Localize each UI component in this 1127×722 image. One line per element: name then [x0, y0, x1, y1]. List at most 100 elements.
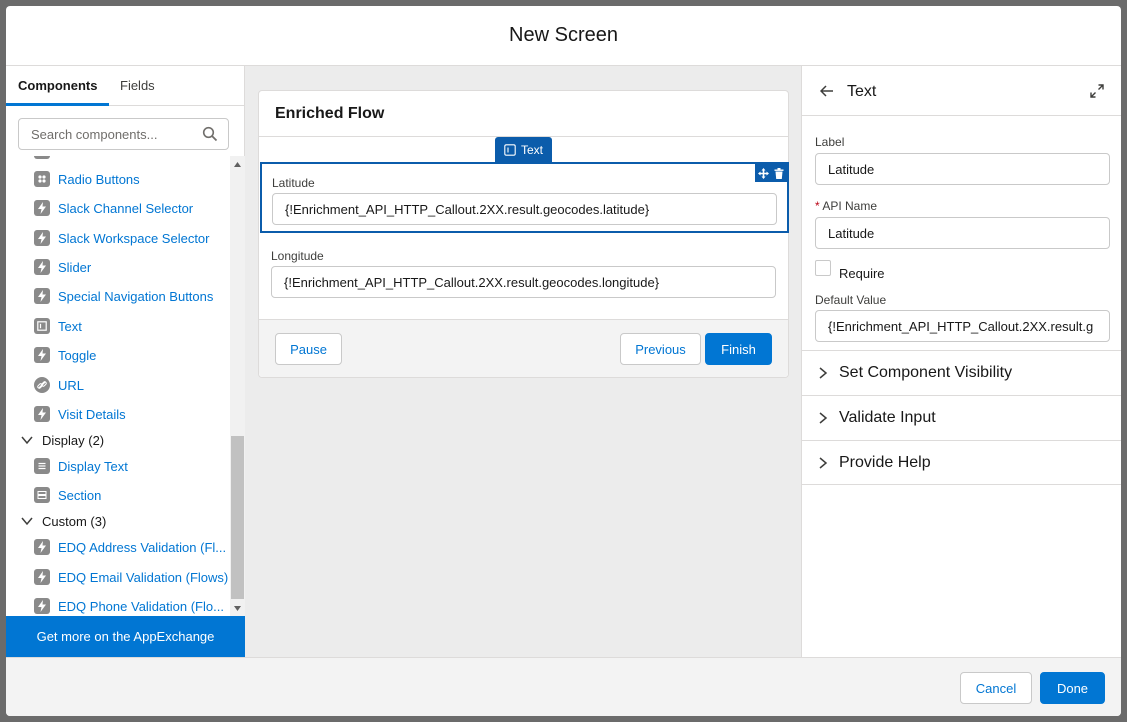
pause-button[interactable]: Pause [275, 333, 342, 365]
move-icon[interactable] [757, 167, 769, 179]
search-components-input[interactable]: Search components... [18, 118, 229, 150]
cancel-button[interactable]: Cancel [960, 672, 1032, 704]
chip-label: Text [520, 142, 543, 157]
label-input[interactable]: Latitude [815, 153, 1110, 185]
longitude-input[interactable]: {!Enrichment_API_HTTP_Callout.2XX.result… [271, 266, 776, 298]
appexchange-link[interactable]: Get more on the AppExchange [6, 616, 245, 657]
scroll-up-icon[interactable] [233, 160, 242, 169]
tab-fields[interactable]: Fields [108, 66, 167, 106]
chevron-down-icon [21, 436, 33, 445]
component-label: Radio Buttons [58, 171, 140, 187]
component-section[interactable]: Section [6, 484, 230, 506]
link-icon [34, 377, 50, 393]
api-name-label-text: API Name [822, 199, 878, 213]
latitude-label: Latitude [272, 176, 315, 190]
component-label: Visit Details [58, 406, 126, 422]
component-radio-buttons[interactable]: Radio Buttons [6, 168, 230, 190]
text-field-icon [34, 318, 50, 334]
finish-button[interactable]: Finish [705, 333, 772, 365]
default-value-input[interactable]: {!Enrichment_API_HTTP_Callout.2XX.result… [815, 310, 1110, 342]
lightning-icon [34, 288, 50, 304]
component-label: Slack Workspace Selector [58, 230, 210, 246]
group-custom[interactable]: Custom (3) [6, 510, 230, 532]
display-text-icon [34, 458, 50, 474]
modal-header: New Screen [6, 6, 1121, 66]
done-button[interactable]: Done [1040, 672, 1105, 704]
text-field-icon [504, 143, 516, 156]
group-label: Display (2) [42, 432, 105, 448]
component-edq-email-validation[interactable]: EDQ Email Validation (Flows) [6, 566, 230, 588]
require-label: Require [839, 266, 885, 281]
longitude-label: Longitude [271, 249, 324, 263]
new-screen-modal: New Screen Components Fields Search comp… [6, 6, 1121, 716]
components-list: Radio Buttons Slack Channel Selector Sla… [6, 156, 230, 616]
component-label: EDQ Address Validation (Fl... [58, 539, 227, 555]
api-name-field-label: * API Name [815, 199, 877, 213]
list-item-partial [6, 156, 230, 162]
group-display[interactable]: Display (2) [6, 429, 230, 451]
screen-title: Enriched Flow [275, 105, 385, 122]
component-edq-phone-validation[interactable]: EDQ Phone Validation (Flo... [6, 595, 230, 616]
screen-canvas: Enriched Flow Text Latitude {!Enrichment… [245, 66, 801, 657]
component-display-text[interactable]: Display Text [6, 455, 230, 477]
lightning-icon [34, 259, 50, 275]
component-label: Special Navigation Buttons [58, 288, 214, 304]
chevron-right-icon [819, 412, 828, 424]
properties-title: Text [847, 83, 877, 100]
scroll-down-icon[interactable] [233, 604, 242, 613]
component-toggle[interactable]: Toggle [6, 344, 230, 366]
components-scrollbar[interactable] [230, 156, 245, 616]
component-text[interactable]: Text [6, 315, 230, 337]
component-special-navigation-buttons[interactable]: Special Navigation Buttons [6, 285, 230, 307]
screen-footer: Pause Previous Finish [259, 319, 788, 377]
component-slack-workspace-selector[interactable]: Slack Workspace Selector [6, 227, 230, 249]
chevron-right-icon [819, 456, 828, 469]
component-label: EDQ Email Validation (Flows) [58, 569, 229, 585]
previous-button[interactable]: Previous [620, 333, 701, 365]
search-placeholder: Search components... [31, 126, 158, 142]
section-validate-input[interactable]: Validate Input [802, 395, 1121, 440]
component-label: Slider [58, 259, 92, 275]
component-visit-details[interactable]: Visit Details [6, 403, 230, 425]
latitude-input[interactable]: {!Enrichment_API_HTTP_Callout.2XX.result… [272, 193, 777, 225]
component-edq-address-validation[interactable]: EDQ Address Validation (Fl... [6, 536, 230, 558]
require-checkbox[interactable] [815, 260, 831, 276]
lightning-icon [34, 406, 50, 422]
panel-tabs: Components Fields [6, 66, 245, 106]
component-label: URL [58, 377, 85, 393]
component-label: Display Text [58, 458, 128, 474]
default-value-label: Default Value [815, 293, 887, 307]
component-url[interactable]: URL [6, 374, 230, 396]
properties-header: Text [802, 66, 1121, 116]
lightning-icon [34, 569, 50, 585]
components-panel: Components Fields Search components... R… [6, 66, 245, 657]
back-arrow-icon[interactable] [820, 85, 834, 97]
api-name-input[interactable]: Latitude [815, 217, 1110, 249]
component-label: Section [58, 487, 102, 503]
component-slider[interactable]: Slider [6, 256, 230, 278]
expand-icon[interactable] [1090, 84, 1104, 98]
chevron-down-icon [21, 517, 33, 526]
component-label: Text [58, 318, 82, 334]
label-field-label: Label [815, 135, 845, 149]
section-label: Set Component Visibility [839, 364, 1013, 381]
properties-panel: Text Label Latitude * API Name Latitude … [801, 66, 1121, 657]
section-label: Provide Help [839, 453, 931, 471]
lightning-icon [34, 230, 50, 246]
scrollbar-thumb[interactable] [231, 436, 244, 599]
component-label: Slack Channel Selector [58, 200, 194, 216]
group-label: Custom (3) [42, 513, 107, 529]
section-set-component-visibility[interactable]: Set Component Visibility [802, 350, 1121, 395]
screen-preview-card: Enriched Flow Text Latitude {!Enrichment… [258, 90, 789, 378]
tab-components[interactable]: Components [6, 66, 110, 106]
selected-component-chip: Text [495, 137, 552, 162]
component-slack-channel-selector[interactable]: Slack Channel Selector [6, 197, 230, 219]
latitude-field-component[interactable]: Latitude {!Enrichment_API_HTTP_Callout.2… [260, 162, 789, 233]
lightning-icon [34, 347, 50, 363]
lightning-icon [34, 598, 50, 614]
delete-icon[interactable] [774, 167, 784, 179]
section-icon [34, 487, 50, 503]
section-provide-help[interactable]: Provide Help [802, 440, 1121, 485]
chevron-right-icon [819, 367, 828, 379]
radio-icon [34, 171, 50, 187]
